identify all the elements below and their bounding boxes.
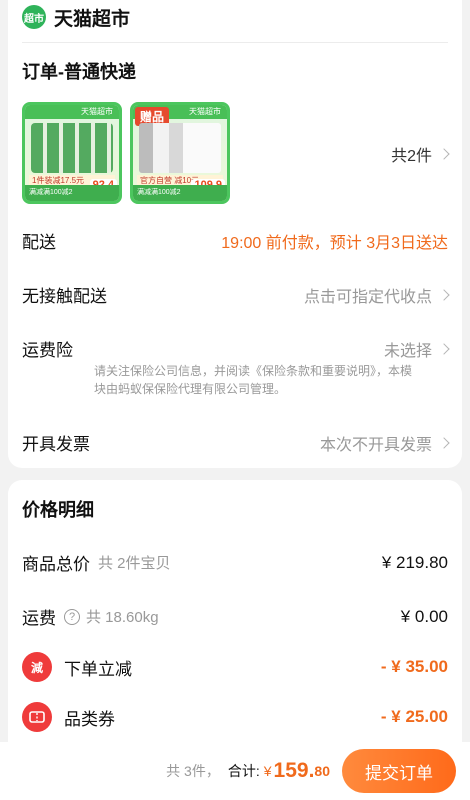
product-promo: 满减满100减2 <box>25 185 119 201</box>
total-item-count: 共 3件， <box>166 763 220 779</box>
invoice-row[interactable]: 开具发票 本次不开具发票 <box>22 430 450 455</box>
shipping-fee-row: 运费 ? 共 18.60kg ¥ 0.00 <box>22 604 448 629</box>
help-question-icon[interactable]: ? <box>64 608 80 625</box>
insurance-label: 运费险 <box>22 341 73 360</box>
insurance-value: 未选择 <box>383 342 432 360</box>
chevron-right-icon <box>438 436 450 449</box>
currency-symbol: ¥ <box>263 763 272 779</box>
invoice-label: 开具发票 <box>22 435 90 454</box>
category-coupon-row: 品类券 - ¥ 25.00 <box>22 702 448 732</box>
total-amount-main: 159. <box>273 759 315 782</box>
chevron-right-icon <box>438 288 450 301</box>
total-amount-cents: 80 <box>314 763 330 779</box>
order-card: 超市 天猫超市 订单-普通快递 天猫超市 1件装减17.5元 92.4 满减满1… <box>8 0 462 468</box>
delivery-label: 配送 <box>22 233 56 252</box>
store-name: 天猫超市 <box>54 8 131 30</box>
supermarket-badge-icon: 超市 <box>22 5 46 29</box>
coupon-ticket-icon <box>22 702 52 732</box>
order-type-title: 订单-普通快递 <box>22 62 136 82</box>
contactless-delivery-row[interactable]: 无接触配送 点击可指定代收点 <box>22 282 450 307</box>
instant-discount-row: 減 下单立减 - ¥ 35.00 <box>22 652 448 682</box>
chevron-right-icon <box>438 342 450 355</box>
chevron-right-icon <box>438 148 450 160</box>
goods-total-row: 商品总价 共 2件宝贝 ¥ 219.80 <box>22 550 448 575</box>
discount-ticket-icon: 減 <box>22 652 52 682</box>
insurance-notice: 请关注保险公司信息，并阅读《保险条款和重要说明》，本模块由蚂蚁保保险代理有限公司… <box>94 364 413 396</box>
contactless-label: 无接触配送 <box>22 287 107 306</box>
category-coupon-amount: - ¥ 25.00 <box>380 707 448 726</box>
shipping-fee-amount: ¥ 0.00 <box>400 606 448 626</box>
invoice-value: 本次不开具发票 <box>319 436 432 454</box>
total-label: 合计: <box>227 763 260 779</box>
submit-order-button[interactable]: 提交订单 <box>342 749 456 793</box>
store-header[interactable]: 超市 天猫超市 <box>22 4 130 30</box>
checkout-footer: 共 3件， 合计: ¥ 159. 80 提交订单 <box>0 742 470 800</box>
product-banner: 天猫超市 <box>25 105 119 119</box>
goods-total-label: 商品总价 <box>22 555 90 574</box>
delivery-eta: 19:00 前付款，预计 3月3日送达 <box>221 234 448 252</box>
instant-discount-amount: - ¥ 35.00 <box>380 657 448 676</box>
price-detail-card: 价格明细 商品总价 共 2件宝贝 ¥ 219.80 运费 ? 共 18.60kg… <box>8 480 462 750</box>
product-promo: 满减满100减2 <box>133 185 227 201</box>
contactless-value: 点击可指定代收点 <box>303 288 432 306</box>
price-detail-title: 价格明细 <box>22 500 94 520</box>
item-count: 共2件 <box>391 148 432 165</box>
divider <box>22 42 448 43</box>
item-count-row[interactable]: 共2件 <box>22 142 450 166</box>
delivery-row: 配送 19:00 前付款，预计 3月3日送达 <box>22 228 448 253</box>
shipping-insurance-row[interactable]: 运费险 未选择 <box>22 336 450 361</box>
category-coupon-label: 品类券 <box>64 709 115 729</box>
shipping-weight: 共 18.60kg <box>86 609 159 626</box>
shipping-fee-label: 运费 <box>22 609 56 628</box>
goods-total-amount: ¥ 219.80 <box>381 552 448 572</box>
instant-discount-label: 下单立减 <box>64 659 132 679</box>
goods-total-sub: 共 2件宝贝 <box>98 555 171 572</box>
